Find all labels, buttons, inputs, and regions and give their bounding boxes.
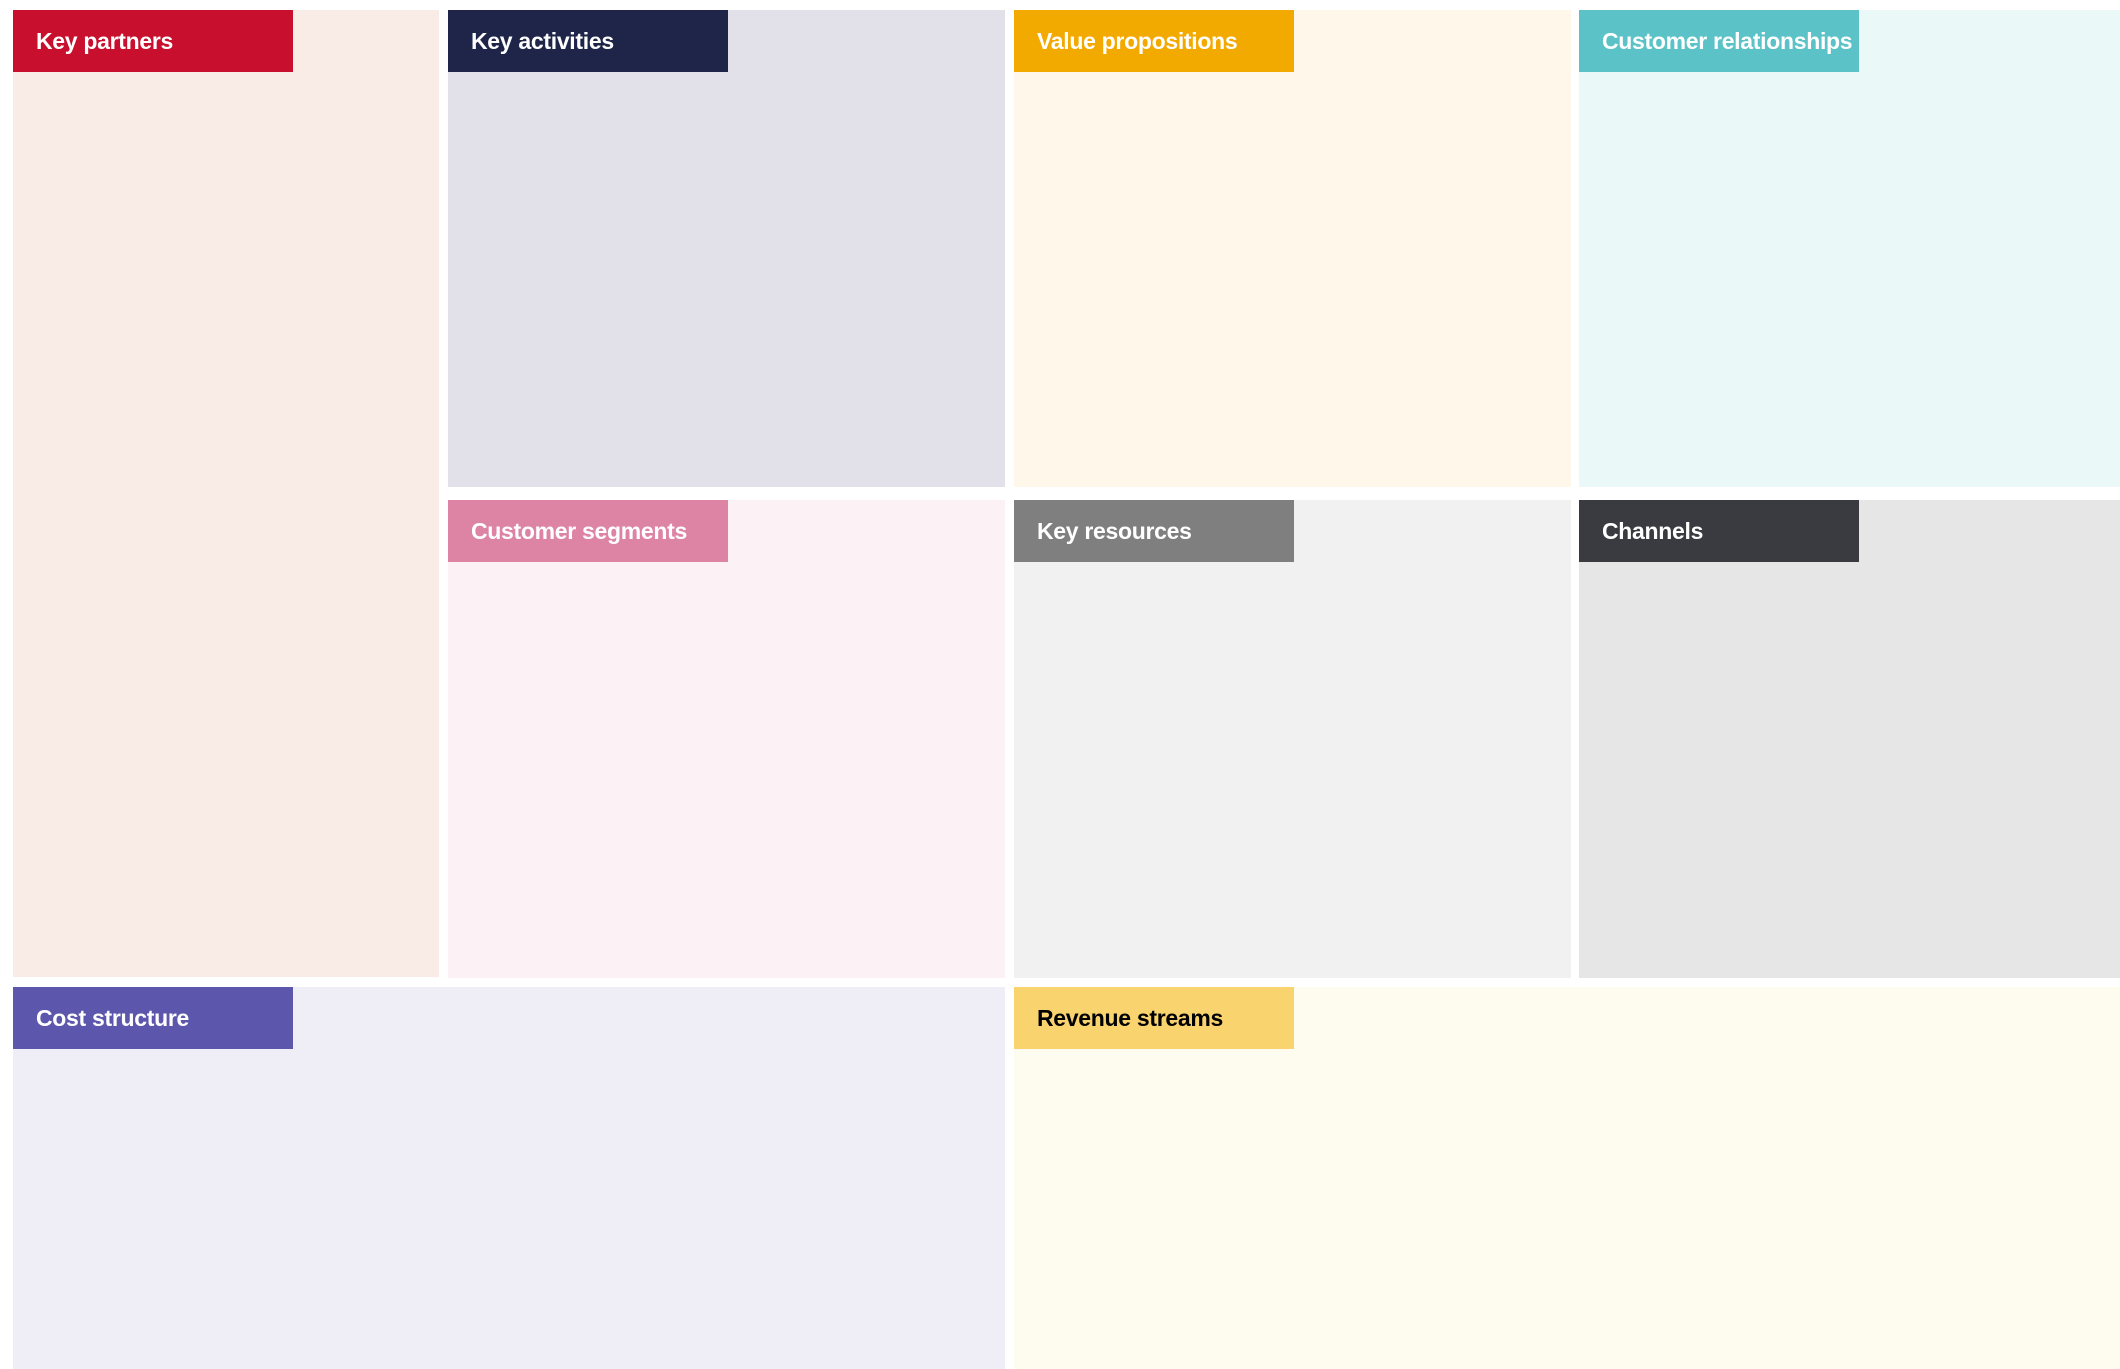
- key-activities-header: Key activities: [448, 10, 728, 72]
- value-propositions-block[interactable]: Value propositions: [1014, 10, 1571, 487]
- cost-structure-header: Cost structure: [13, 987, 293, 1049]
- channels-block[interactable]: Channels: [1579, 500, 2120, 978]
- revenue-streams-header: Revenue streams: [1014, 987, 1294, 1049]
- revenue-streams-block[interactable]: Revenue streams: [1014, 987, 2120, 1369]
- value-propositions-header: Value propositions: [1014, 10, 1294, 72]
- customer-relationships-header: Customer relationships: [1579, 10, 1859, 72]
- customer-segments-block[interactable]: Customer segments: [448, 500, 1005, 978]
- key-resources-header: Key resources: [1014, 500, 1294, 562]
- business-model-canvas: Key partners Key activities Value propos…: [0, 0, 2120, 1369]
- customer-segments-header: Customer segments: [448, 500, 728, 562]
- key-resources-block[interactable]: Key resources: [1014, 500, 1571, 978]
- key-activities-block[interactable]: Key activities: [448, 10, 1005, 487]
- key-partners-block[interactable]: Key partners: [13, 10, 439, 977]
- channels-header: Channels: [1579, 500, 1859, 562]
- cost-structure-block[interactable]: Cost structure: [13, 987, 1005, 1369]
- key-partners-header: Key partners: [13, 10, 293, 72]
- customer-relationships-block[interactable]: Customer relationships: [1579, 10, 2120, 487]
